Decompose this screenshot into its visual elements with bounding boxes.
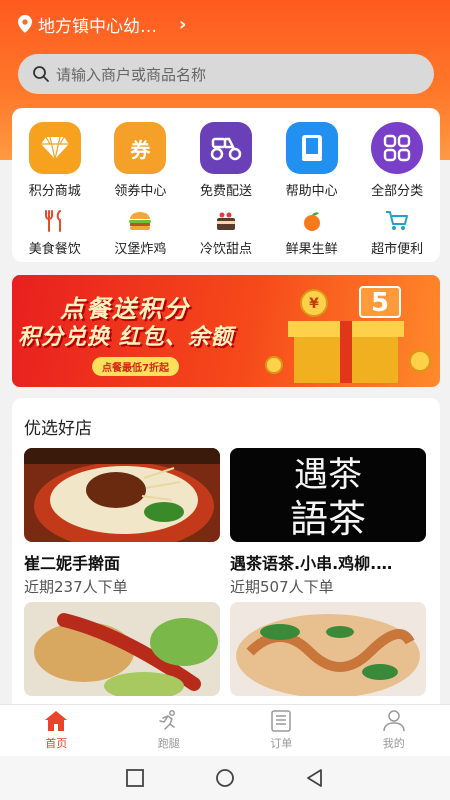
subcategory-supermarket[interactable]: 超市便利 <box>357 208 437 257</box>
system-navigation-bar <box>0 756 450 800</box>
recent-apps-icon[interactable] <box>125 768 145 788</box>
category-free-delivery[interactable]: 免费配送 <box>186 122 266 199</box>
section-title: 优选好店 <box>24 419 92 439</box>
category-coupon-center[interactable]: 券 领券中心 <box>100 122 180 199</box>
location-text: 地方镇中心幼… <box>38 16 157 37</box>
subcategory-fruit[interactable]: 鲜果生鲜 <box>272 208 352 257</box>
subcategory-food[interactable]: 美食餐饮 <box>15 208 95 257</box>
banner-subtitle: 积分兑换 红包、余额 <box>18 325 234 350</box>
shop-name: 崔二妮手擀面 <box>24 554 121 573</box>
order-list-icon <box>271 710 291 732</box>
scooter-icon <box>199 122 252 174</box>
shop-name: 遇茶语茶.小串.鸡柳.… <box>230 554 393 573</box>
back-triangle-icon[interactable] <box>305 768 325 788</box>
shop-order-count: 近期507人下单 <box>230 578 334 596</box>
user-icon <box>383 710 405 732</box>
search-icon <box>33 66 49 82</box>
category-help-center[interactable]: 帮助中心 <box>272 122 352 199</box>
diamond-icon <box>28 122 81 174</box>
shop-image <box>230 602 426 696</box>
chevron-right-icon: › <box>179 13 187 35</box>
coupon-icon: 券 <box>114 122 167 174</box>
banner-discount-pill: 点餐最低7折起 <box>92 357 179 376</box>
shop-card[interactable] <box>24 602 220 696</box>
home-icon <box>45 711 68 731</box>
shop-card[interactable]: 崔二妮手擀面 近期237人下单 <box>24 448 220 597</box>
search-bar[interactable]: 请输入商户或商品名称 <box>18 54 434 94</box>
search-placeholder: 请输入商户或商品名称 <box>56 65 207 84</box>
subcategory-dessert[interactable]: 冷饮甜点 <box>186 208 266 257</box>
fruit-icon <box>299 208 325 234</box>
shop-image: 遇茶 語茶 <box>230 448 426 542</box>
gift-box-illustration: ¥ 5 <box>265 286 431 383</box>
grid-icon <box>371 122 424 174</box>
tab-errand[interactable]: 跑腿 <box>129 710 209 751</box>
category-all[interactable]: 全部分类 <box>357 122 437 199</box>
shop-card[interactable]: 遇茶 語茶 遇茶语茶.小串.鸡柳.… 近期507人下单 <box>230 448 426 597</box>
fork-knife-icon <box>42 208 68 234</box>
book-icon <box>285 122 338 174</box>
runner-icon <box>159 710 175 730</box>
tab-orders[interactable]: 订单 <box>241 710 321 751</box>
category-card: 积分商城 券 领券中心 免费配送 帮助中心 全部分类 美食餐饮 汉堡炸鸡 冷饮甜… <box>12 108 440 262</box>
svg-text:5: 5 <box>371 288 389 318</box>
shop-image <box>24 448 220 542</box>
promo-banner[interactable]: ¥ 5 点餐送积分 积分兑换 红包、余额 点餐最低7折起 <box>12 275 440 387</box>
svg-text:遇茶: 遇茶 <box>294 455 362 495</box>
location-pin-icon <box>18 15 32 33</box>
tab-home[interactable]: 首页 <box>16 710 96 751</box>
cart-icon <box>384 208 410 234</box>
tab-profile[interactable]: 我的 <box>354 710 434 751</box>
subcategory-burger[interactable]: 汉堡炸鸡 <box>100 208 180 257</box>
featured-shops-section: 优选好店 崔二妮手擀面 近期237人下单 遇茶 語茶 遇茶语茶.小串.鸡柳.… <box>12 398 440 704</box>
burger-icon <box>127 208 153 234</box>
location-selector[interactable]: 地方镇中心幼… › <box>18 10 186 38</box>
svg-text:¥: ¥ <box>309 296 319 312</box>
shop-card[interactable] <box>230 602 426 696</box>
bottom-tab-bar: 首页 跑腿 订单 我的 <box>0 704 450 756</box>
home-circle-icon[interactable] <box>215 768 235 788</box>
category-points-mall[interactable]: 积分商城 <box>15 122 95 199</box>
shop-image <box>24 602 220 696</box>
shop-order-count: 近期237人下单 <box>24 578 128 596</box>
svg-text:語茶: 語茶 <box>290 497 366 541</box>
cake-icon <box>213 208 239 234</box>
